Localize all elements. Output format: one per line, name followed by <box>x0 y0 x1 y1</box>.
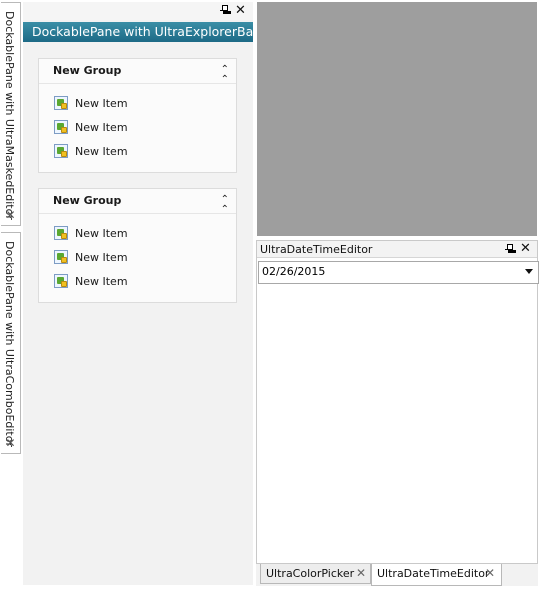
tab-ultra-color-picker[interactable]: UltraColorPicker ✕ <box>260 564 371 584</box>
pane-caption-bar: ✕ <box>23 2 253 20</box>
pin-icon[interactable] <box>219 5 229 15</box>
close-icon[interactable]: ✕ <box>1 209 20 221</box>
item-icon <box>54 120 68 134</box>
chevron-down-icon[interactable] <box>525 269 533 274</box>
date-value: 02/26/2015 <box>262 265 326 278</box>
group-header[interactable]: New Group ⌃ ⌃ <box>39 189 236 215</box>
tab-ultra-date-time-editor[interactable]: UltraDateTimeEditor ✕ <box>371 564 502 586</box>
close-icon[interactable]: ✕ <box>1 437 20 449</box>
item-icon <box>54 96 68 110</box>
pane-title: UltraDateTimeEditor <box>260 243 373 256</box>
chevron-up-double-icon[interactable]: ⌃ ⌃ <box>221 195 229 215</box>
group-header[interactable]: New Group ⌃ ⌃ <box>39 59 236 85</box>
date-input[interactable]: 02/26/2015 <box>258 261 539 284</box>
close-icon[interactable]: ✕ <box>235 4 246 17</box>
item-icon <box>54 250 68 264</box>
pane-caption-bar: UltraDateTimeEditor ✕ <box>257 241 537 258</box>
group-title: New Group <box>53 194 122 207</box>
autohide-tab-label: DockablePane with UltraMaskedEditor <box>3 11 16 220</box>
close-icon[interactable]: ✕ <box>485 567 495 579</box>
item-icon <box>54 144 68 158</box>
explorer-bar-pane: ✕ DockablePane with UltraExplorerBar New… <box>23 2 258 585</box>
date-time-editor-pane: UltraDateTimeEditor ✕ 02/26/2015 <box>256 240 539 564</box>
group-title: New Group <box>53 64 122 77</box>
close-icon[interactable]: ✕ <box>520 242 531 255</box>
item-icon <box>54 274 68 288</box>
close-icon[interactable]: ✕ <box>356 567 366 579</box>
pane-title: DockablePane with UltraExplorerBar <box>23 22 258 42</box>
autohide-tab-label: DockablePane with UltraComboEditor <box>3 241 16 447</box>
bottom-tab-strip: UltraColorPicker ✕ UltraDateTimeEditor ✕ <box>256 564 538 586</box>
explorer-group: New Group ⌃ ⌃ New Item New Item New Item <box>38 188 237 303</box>
pin-icon[interactable] <box>504 244 514 254</box>
explorer-group: New Group ⌃ ⌃ New Item New Item New Item <box>38 58 237 173</box>
item-icon <box>54 226 68 240</box>
autohide-tab-combo-editor[interactable]: DockablePane with UltraComboEditor ✕ <box>1 232 21 454</box>
empty-document-area <box>257 2 537 236</box>
chevron-up-double-icon[interactable]: ⌃ ⌃ <box>221 65 229 85</box>
autohide-tab-masked-editor[interactable]: DockablePane with UltraMaskedEditor ✕ <box>1 2 21 226</box>
